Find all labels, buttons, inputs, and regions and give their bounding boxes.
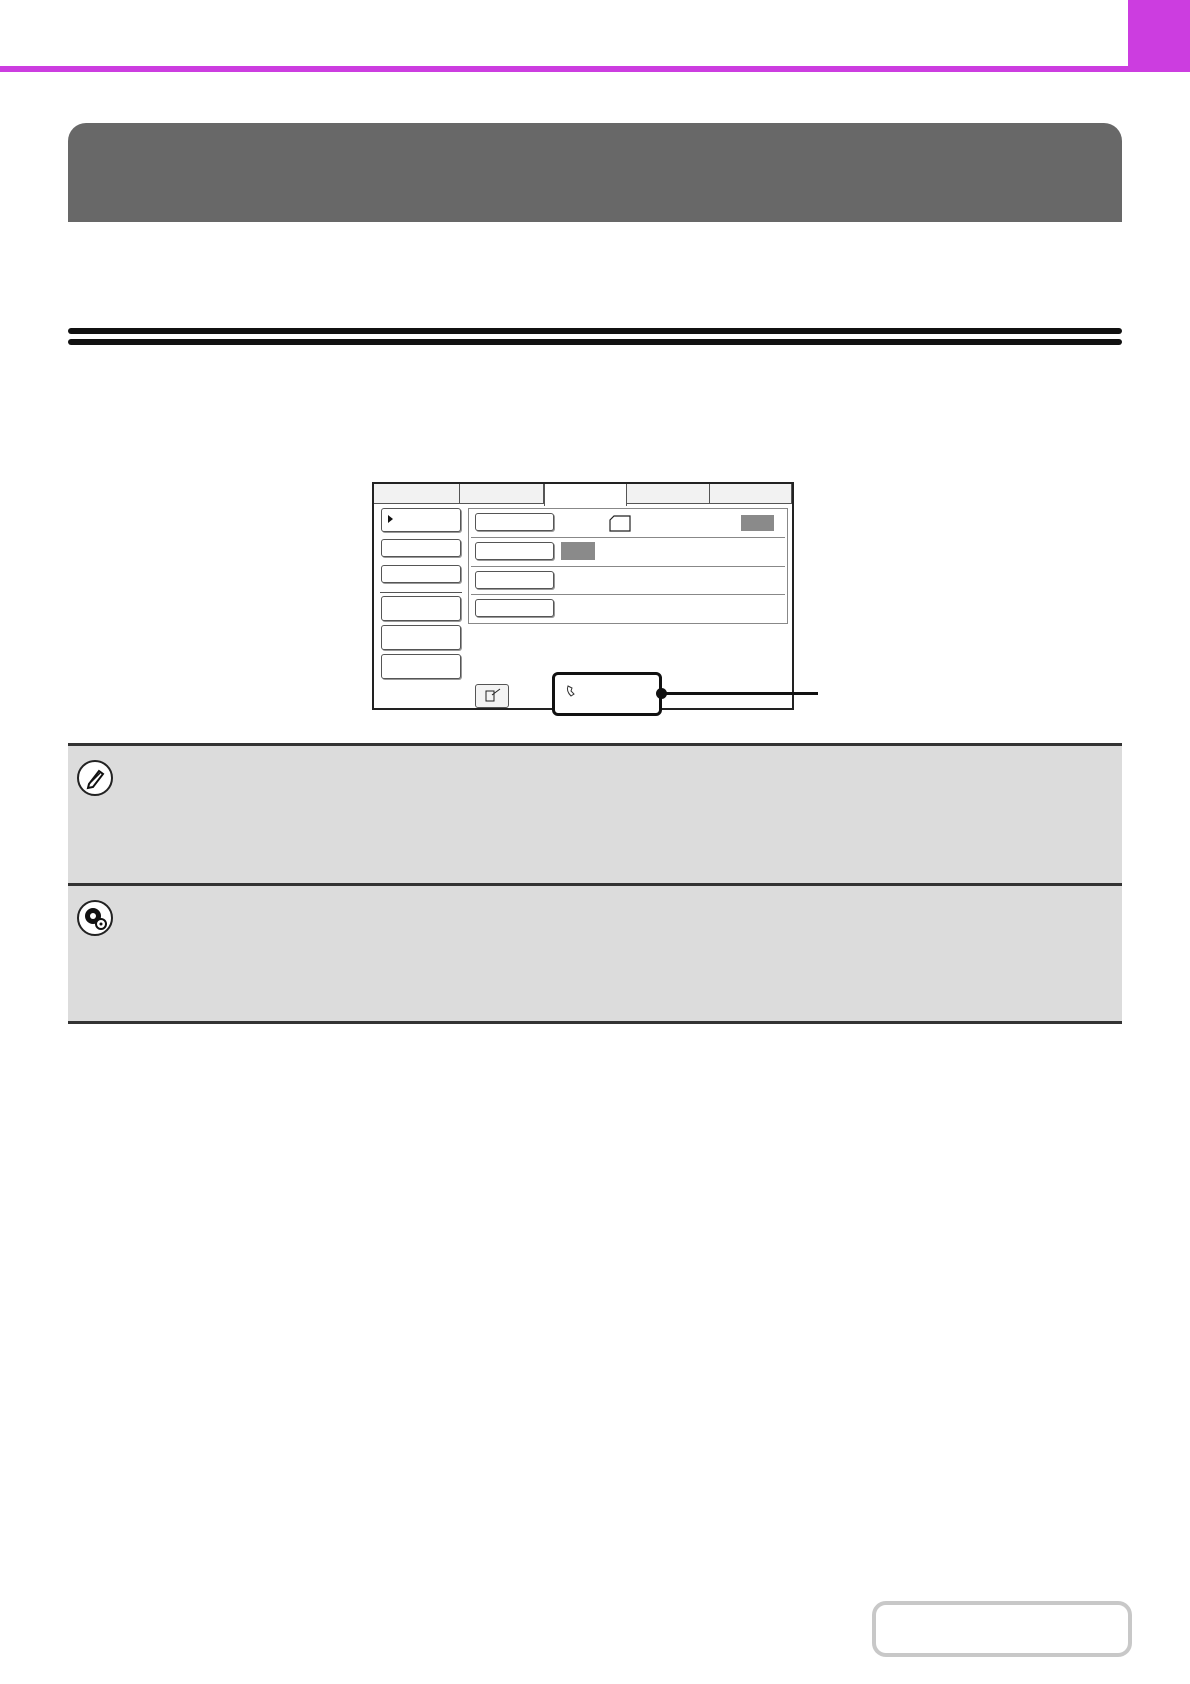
section-rule-bottom [68,339,1122,345]
side-button-4 [381,596,461,621]
page-title-band [68,123,1122,222]
row-separator [471,566,785,567]
note-box [68,743,1122,883]
row-separator [471,537,785,538]
side-button-3 [381,565,461,583]
callout-dot [656,688,667,699]
job-status-icon [485,688,501,702]
setting-button-4 [475,599,554,617]
contents-button[interactable] [872,1601,1132,1657]
gear-icon [77,900,113,936]
row-separator [471,594,785,595]
indicator-chip-2 [561,542,595,560]
top-accent-tab [1128,0,1190,72]
side-button-2 [381,539,461,557]
paper-icon [609,515,631,532]
fax-status-callout [552,672,662,716]
system-settings-box [68,883,1122,1024]
side-button-6 [381,654,461,679]
callout-line [662,692,818,695]
top-accent-line [0,66,1128,72]
side-button-1 [381,508,461,532]
screen-tab-3-active [544,484,627,506]
side-divider [380,592,462,593]
screen-tab-5 [710,484,792,504]
section-rule-top [68,328,1122,334]
job-status-button [475,684,509,708]
indicator-chip-1 [741,515,774,531]
arrow-right-icon [388,515,393,523]
screen-tab-2 [460,484,544,504]
phone-icon [566,685,575,697]
screen-tab-4 [627,484,710,504]
setting-button-2 [475,542,554,560]
pencil-icon [77,760,113,796]
setting-button-3 [475,571,554,589]
screen-tab-1 [374,484,460,504]
setting-button-1 [475,513,554,531]
side-button-5 [381,625,461,650]
settings-panel [468,508,788,624]
